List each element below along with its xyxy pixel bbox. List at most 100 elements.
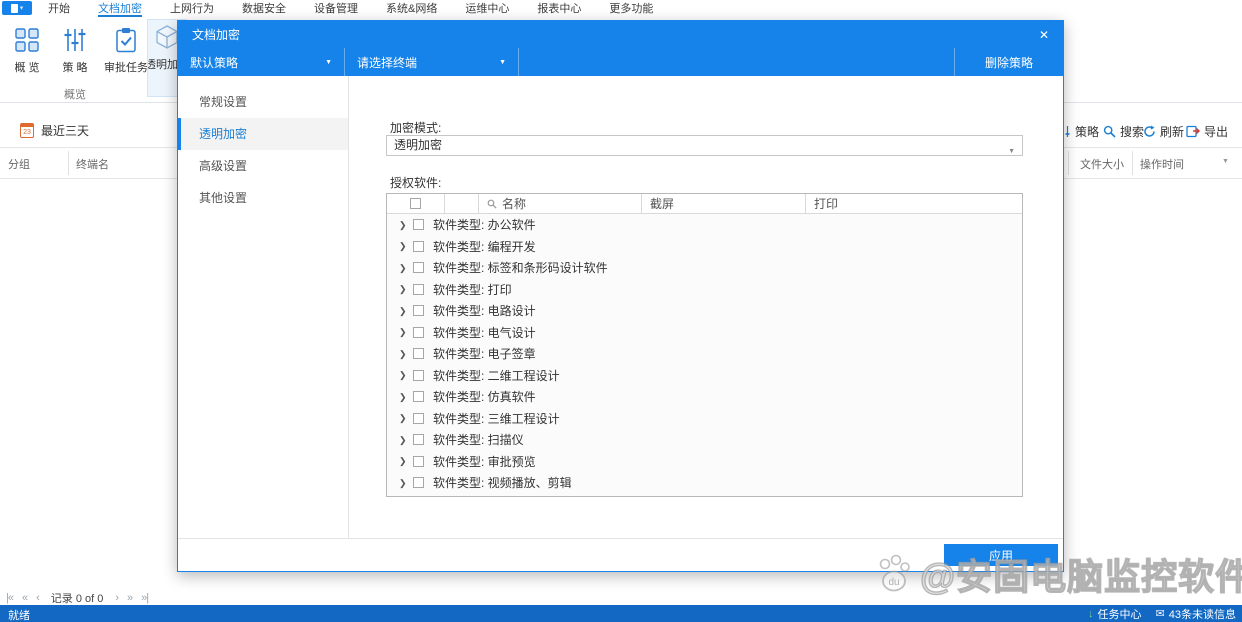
software-tree-row[interactable]: ❯ 软件类型: 电路设计 [387,300,1022,322]
software-tree-row[interactable]: ❯ 软件类型: 电子签章 [387,343,1022,365]
pager-button[interactable]: « [22,592,28,604]
pager-button[interactable]: »| [141,592,149,604]
expand-chevron-icon[interactable]: ❯ [399,435,409,445]
app-menu-button[interactable]: ▾ [2,1,32,15]
software-tree-row[interactable]: ❯ 软件类型: 扫描仪 [387,429,1022,451]
row-checkbox[interactable] [413,391,424,403]
expand-chevron-icon[interactable]: ❯ [399,263,409,273]
pager-button[interactable]: » [127,592,133,604]
software-tree-row[interactable]: ❯ 软件类型: 打印 [387,279,1022,301]
expand-chevron-icon[interactable]: ❯ [399,478,409,488]
ribbon-overview-button[interactable]: 概 览 [4,23,50,85]
row-checkbox[interactable] [413,455,424,467]
select-terminal-dropdown[interactable]: 请选择终端 ▼ [345,48,519,76]
menu-tab[interactable]: 上网行为 [170,0,214,17]
expand-chevron-icon[interactable]: ❯ [399,392,409,402]
toolbar-export-button[interactable]: 导出 [1186,123,1228,140]
column-header-terminal[interactable]: 终端名 [76,156,109,172]
dialog-sidebar-item[interactable]: 常规设置 [178,86,348,118]
software-tree-row[interactable]: ❯ 软件类型: 二维工程设计 [387,365,1022,387]
expand-chevron-icon[interactable]: ❯ [399,284,409,294]
dialog-sidebar-item[interactable]: 高级设置 [178,150,348,182]
expand-chevron-icon[interactable]: ❯ [399,241,409,251]
dialog-policy-bar: 默认策略 ▼ 请选择终端 ▼ 删除策略 [178,48,1063,76]
pager-button[interactable]: |« [6,592,14,604]
select-all-checkbox[interactable] [410,198,421,209]
ribbon-group-label: 概览 [64,89,86,101]
toolbar-policy-button[interactable]: 策略 [1058,123,1099,140]
close-icon[interactable]: ✕ [1039,28,1049,42]
menu-tab[interactable]: 运维中心 [465,0,509,17]
dialog-sidebar-item[interactable]: 其他设置 [178,182,348,214]
menu-tab[interactable]: 更多功能 [609,0,653,17]
column-header-group[interactable]: 分组 [8,156,30,172]
chevron-down-icon: ▼ [1008,148,1015,155]
search-icon [1103,125,1116,138]
ribbon-approval-tasks-button[interactable]: 审批任务 [98,23,154,85]
pager-button[interactable]: ‹ [36,592,40,604]
software-tree-row[interactable]: ❯ 软件类型: 审批预览 [387,451,1022,473]
expand-chevron-icon[interactable]: ❯ [399,220,409,230]
ribbon-policy-button[interactable]: 策 略 [52,23,98,85]
column-sort-arrow-icon[interactable]: ▼ [1222,158,1229,165]
row-checkbox[interactable] [413,412,424,424]
mail-icon: ✉ [1155,608,1165,620]
tree-row-label: 软件类型: 扫描仪 [433,433,524,448]
dialog-sidebar-item[interactable]: 透明加密 [178,118,348,150]
menu-tab[interactable]: 报表中心 [537,0,581,17]
apply-button[interactable]: 应用 [944,544,1058,566]
status-right-group: ↓ 任务中心 ✉ 43条未读信息 [1088,605,1236,622]
toolbar-refresh-button[interactable]: 刷新 [1143,123,1184,140]
application-window: ▾ 开始 文档加密 上网行为 数据安全 设备管理 系统&网络 运维中心 报表中心… [0,0,1242,622]
row-checkbox[interactable] [413,240,424,252]
screenshot-header-cell[interactable]: 截屏 [642,194,806,213]
unread-messages-label: 43条未读信息 [1168,608,1236,621]
menu-tab[interactable]: 设备管理 [314,0,358,17]
row-checkbox[interactable] [413,283,424,295]
menu-tab[interactable]: 文档加密 [98,0,142,17]
menu-tab[interactable]: 数据安全 [242,0,286,17]
expand-chevron-icon[interactable]: ❯ [399,370,409,380]
menu-tab[interactable]: 系统&网络 [386,0,437,17]
expand-chevron-icon[interactable]: ❯ [399,306,409,316]
tree-row-label: 软件类型: 电气设计 [433,325,536,340]
menu-tab[interactable]: 开始 [48,0,70,17]
row-checkbox[interactable] [413,326,424,338]
encryption-mode-select[interactable]: 透明加密 ▼ [386,135,1023,156]
software-tree-row[interactable]: ❯ 软件类型: 电气设计 [387,322,1022,344]
name-header-cell[interactable]: 名称 [479,194,642,213]
column-header-filesize[interactable]: 文件大小 [1080,156,1124,172]
row-checkbox[interactable] [413,262,424,274]
recent-three-days-filter[interactable]: 23 最近三天 [20,122,89,139]
expand-chevron-icon[interactable]: ❯ [399,456,409,466]
row-checkbox[interactable] [413,348,424,360]
software-tree-row[interactable]: ❯ 软件类型: 三维工程设计 [387,408,1022,430]
expand-chevron-icon[interactable]: ❯ [399,413,409,423]
software-tree-row[interactable]: ❯ 软件类型: 编程开发 [387,236,1022,258]
expand-chevron-icon[interactable]: ❯ [399,349,409,359]
row-checkbox[interactable] [413,369,424,381]
software-tree-row[interactable]: ❯ 软件类型: 标签和条形码设计软件 [387,257,1022,279]
row-checkbox[interactable] [413,219,424,231]
print-header-cell[interactable]: 打印 [806,194,1022,213]
delete-policy-label: 删除策略 [984,55,1033,70]
task-center-button[interactable]: ↓ 任务中心 [1088,606,1142,622]
toolbar-search-button[interactable]: 搜索 [1103,123,1144,140]
expand-chevron-icon[interactable]: ❯ [399,327,409,337]
menu-tab-label: 设备管理 [314,2,358,15]
row-checkbox[interactable] [413,434,424,446]
row-checkbox[interactable] [413,477,424,489]
pager-button[interactable]: › [115,592,119,604]
menu-tab-label: 系统&网络 [386,2,438,15]
delete-policy-button[interactable]: 删除策略 [955,48,1063,76]
software-tree-row[interactable]: ❯ 软件类型: 办公软件 [387,214,1022,236]
software-tree-row[interactable]: ❯ 软件类型: 视频播放、剪辑 [387,472,1022,494]
row-checkbox[interactable] [413,305,424,317]
software-tree-row[interactable]: ❯ 软件类型: 仿真软件 [387,386,1022,408]
toolbar-policy-label: 策略 [1075,125,1100,139]
ribbon-policy-label: 策 略 [62,62,88,74]
dialog-sidebar-item-label: 常规设置 [199,95,248,109]
column-header-optime[interactable]: 操作时间 [1140,156,1184,172]
unread-messages-button[interactable]: ✉ 43条未读信息 [1156,606,1236,622]
default-policy-dropdown[interactable]: 默认策略 ▼ [178,48,345,76]
